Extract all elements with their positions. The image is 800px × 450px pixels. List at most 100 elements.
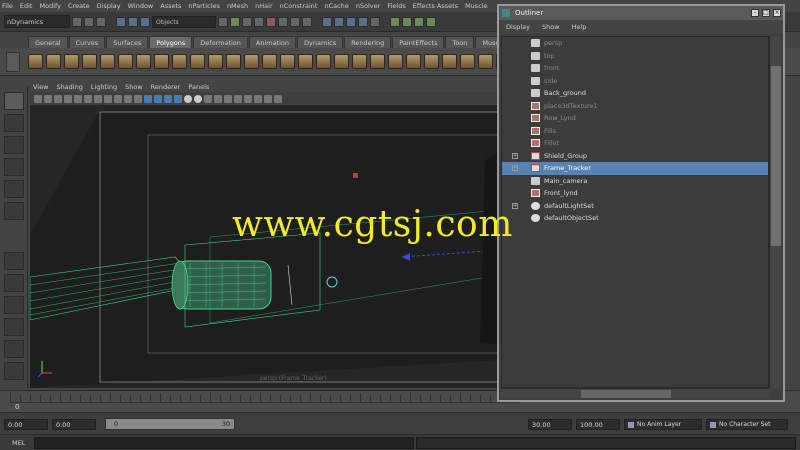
shelf-tab-dynamics[interactable]: Dynamics <box>297 36 344 48</box>
snap-point-icon[interactable] <box>346 16 356 27</box>
viewport-menu-renderer[interactable]: Renderer <box>151 83 181 91</box>
outliner-vertical-scrollbar[interactable] <box>769 36 781 388</box>
command-language-label[interactable]: MEL <box>12 439 25 447</box>
use-all-lights-icon[interactable] <box>184 94 192 103</box>
shelf-tab-animation[interactable]: Animation <box>248 36 297 48</box>
menu-ncache[interactable]: nCache <box>324 2 348 10</box>
menu-nconstraint[interactable]: nConstraint <box>280 2 318 10</box>
shelf-menu-icon[interactable] <box>6 52 20 72</box>
select-dynamics-icon[interactable] <box>278 16 288 27</box>
shelf-tool-icon[interactable] <box>370 54 385 69</box>
end-time-field[interactable]: 100.00 <box>576 419 620 430</box>
character-set-dropdown[interactable]: No Character Set <box>706 419 788 430</box>
bookmarks-icon[interactable] <box>54 94 62 103</box>
shelf-tool-icon[interactable] <box>478 54 493 69</box>
open-scene-icon[interactable] <box>84 16 94 27</box>
viewport-menu-show[interactable]: Show <box>125 83 143 91</box>
snap-plane-icon[interactable] <box>358 16 368 27</box>
snap-curve-icon[interactable] <box>334 16 344 27</box>
outliner-item[interactable]: persp <box>502 37 768 50</box>
shelf-tab-general[interactable]: General <box>28 36 68 48</box>
shelf-tool-icon[interactable] <box>460 54 475 69</box>
gate-mask-icon[interactable] <box>104 94 112 103</box>
depth-of-field-icon[interactable] <box>234 94 242 103</box>
paint-select-tool-icon[interactable] <box>4 136 24 154</box>
menu-nhair[interactable]: nHair <box>255 2 272 10</box>
render-settings-icon[interactable] <box>426 16 436 27</box>
menu-nmesh[interactable]: nMesh <box>227 2 248 10</box>
select-handles-icon[interactable] <box>218 16 228 27</box>
new-scene-icon[interactable] <box>72 16 82 27</box>
range-start-field[interactable]: 0.00 <box>52 419 96 430</box>
xray-joints-icon[interactable] <box>264 94 272 103</box>
hypershade-layout-icon[interactable] <box>4 362 24 380</box>
outliner-layout-icon[interactable] <box>4 318 24 336</box>
shelf-tool-icon[interactable] <box>172 54 187 69</box>
film-gate-icon[interactable] <box>84 94 92 103</box>
outliner-item[interactable]: + defaultLightSet <box>502 200 768 213</box>
menu-modify[interactable]: Modify <box>39 2 61 10</box>
graph-layout-icon[interactable] <box>4 340 24 358</box>
shadows-icon[interactable] <box>194 94 202 103</box>
outliner-item[interactable]: Main_camera <box>502 175 768 188</box>
shelf-tool-icon[interactable] <box>424 54 439 69</box>
scale-tool-icon[interactable] <box>4 202 24 220</box>
history-icon[interactable] <box>390 16 400 27</box>
expand-toggle-icon[interactable]: − <box>512 165 518 171</box>
textured-icon[interactable] <box>174 94 182 103</box>
backface-culling-icon[interactable] <box>274 94 282 103</box>
shelf-tool-icon[interactable] <box>406 54 421 69</box>
menu-nsolver[interactable]: nSolver <box>356 2 381 10</box>
move-tool-icon[interactable] <box>4 158 24 176</box>
outliner-item[interactable]: + Shield_Group <box>502 150 768 163</box>
menu-effects-assets[interactable]: Effects Assets <box>413 2 458 10</box>
shelf-tool-icon[interactable] <box>82 54 97 69</box>
time-ruler[interactable] <box>10 393 520 403</box>
shelf-tool-icon[interactable] <box>226 54 241 69</box>
viewport-menu-lighting[interactable]: Lighting <box>91 83 117 91</box>
rotate-tool-icon[interactable] <box>4 180 24 198</box>
shelf-tab-deformation[interactable]: Deformation <box>193 36 248 48</box>
safe-action-icon[interactable] <box>124 94 132 103</box>
outliner-menu-display[interactable]: Display <box>506 23 530 31</box>
image-plane-icon[interactable] <box>64 94 72 103</box>
expand-toggle-icon[interactable]: + <box>512 202 518 209</box>
shelf-tool-icon[interactable] <box>352 54 367 69</box>
anim-layer-dropdown[interactable]: No Anim Layer <box>624 419 702 430</box>
menu-window[interactable]: Window <box>128 2 154 10</box>
snap-grid-icon[interactable] <box>322 16 332 27</box>
lasso-tool-icon[interactable] <box>4 114 24 132</box>
grid-icon[interactable] <box>74 94 82 103</box>
ipr-render-icon[interactable] <box>414 16 424 27</box>
save-scene-icon[interactable] <box>96 16 106 27</box>
command-input[interactable] <box>34 437 414 449</box>
shelf-tool-icon[interactable] <box>280 54 295 69</box>
shelf-tab-surfaces[interactable]: Surfaces <box>106 36 149 48</box>
shelf-tool-icon[interactable] <box>100 54 115 69</box>
shelf-tab-rendering[interactable]: Rendering <box>344 36 392 48</box>
shelf-tool-icon[interactable] <box>64 54 79 69</box>
outliner-item[interactable]: side <box>502 75 768 88</box>
menu-display[interactable]: Display <box>97 2 121 10</box>
shelf-tool-icon[interactable] <box>136 54 151 69</box>
smooth-shade-icon[interactable] <box>154 94 162 103</box>
shelf-tab-painteffects[interactable]: PaintEffects <box>392 36 445 48</box>
shelf-tool-icon[interactable] <box>442 54 457 69</box>
field-chart-icon[interactable] <box>114 94 122 103</box>
xray-icon[interactable] <box>254 94 262 103</box>
four-view-layout-icon[interactable] <box>4 274 24 292</box>
maximize-icon[interactable]: □ <box>762 9 770 17</box>
outliner-menu-help[interactable]: Help <box>572 23 587 31</box>
outliner-item[interactable]: defaultObjectSet <box>502 212 768 225</box>
shelf-tab-polygons[interactable]: Polygons <box>149 36 193 48</box>
select-camera-icon[interactable] <box>34 94 42 103</box>
start-time-field[interactable]: 0.00 <box>4 419 48 430</box>
range-bar[interactable]: 0 30 <box>105 418 235 430</box>
shelf-tool-icon[interactable] <box>244 54 259 69</box>
render-icon[interactable] <box>402 16 412 27</box>
outliner-horizontal-scrollbar[interactable] <box>501 388 769 398</box>
screen-space-ao-icon[interactable] <box>204 94 212 103</box>
shelf-tool-icon[interactable] <box>118 54 133 69</box>
select-surfaces-icon[interactable] <box>254 16 264 27</box>
select-object-icon[interactable] <box>128 16 138 27</box>
